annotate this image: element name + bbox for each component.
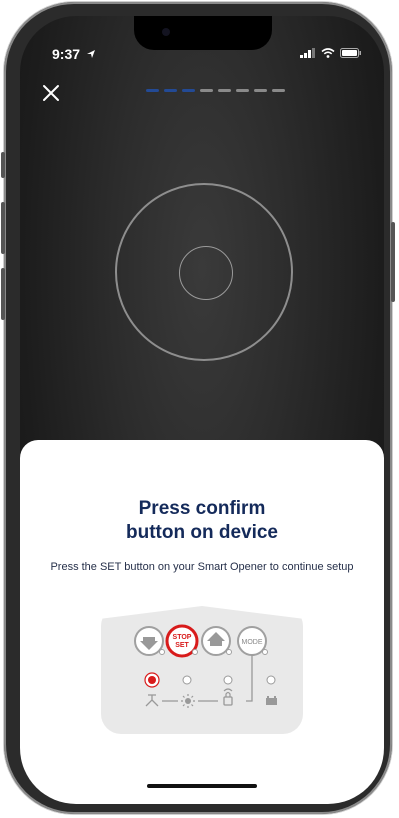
mute-switch: [1, 152, 5, 178]
power-button: [391, 222, 395, 302]
led: [266, 675, 276, 685]
light-icon: [181, 694, 195, 708]
volume-up-button: [1, 202, 5, 254]
camera: [162, 28, 170, 36]
sheet-subtitle: Press the SET button on your Smart Opene…: [50, 561, 354, 573]
progress-step: [272, 89, 285, 92]
mode-button: MODE: [237, 626, 267, 656]
progress-step: [218, 89, 231, 92]
progress-step: [236, 89, 249, 92]
led: [223, 675, 233, 685]
battery-icon: [340, 48, 361, 58]
mode-label: MODE: [242, 639, 263, 646]
device-illustration: STOP SET MODE: [134, 624, 277, 708]
progress-step: [200, 89, 213, 92]
led-active: [144, 672, 160, 688]
progress-step: [182, 89, 195, 92]
set-label: SET: [175, 642, 189, 649]
step-progress: [146, 89, 285, 92]
sheet-title: Press confirm button on device: [126, 498, 278, 543]
home-indicator[interactable]: [147, 784, 257, 788]
led: [182, 675, 192, 685]
notch: [134, 16, 272, 50]
screen: 9:37 Press confirm button on device Pres…: [20, 16, 384, 804]
signal-icon: [300, 48, 315, 58]
wifi-icon: [321, 48, 335, 58]
status-icons: [300, 48, 362, 58]
phone-frame: 9:37 Press confirm button on device Pres…: [1, 2, 395, 814]
status-time: 9:37: [52, 46, 96, 62]
progress-step: [146, 89, 159, 92]
down-button: [134, 626, 164, 656]
up-button: [201, 626, 231, 656]
stop-label: STOP: [173, 634, 192, 641]
instruction-sheet: Press confirm button on device Press the…: [20, 440, 384, 804]
pulse-ring-inner: [179, 246, 233, 300]
motion-sensor-icon: [145, 694, 159, 707]
lock-icon: [223, 688, 233, 706]
close-icon[interactable]: [40, 82, 62, 104]
volume-down-button: [1, 268, 5, 320]
progress-step: [254, 89, 267, 92]
location-arrow-icon: [86, 50, 95, 58]
battery-indicator-icon: [266, 696, 277, 705]
progress-step: [164, 89, 177, 92]
